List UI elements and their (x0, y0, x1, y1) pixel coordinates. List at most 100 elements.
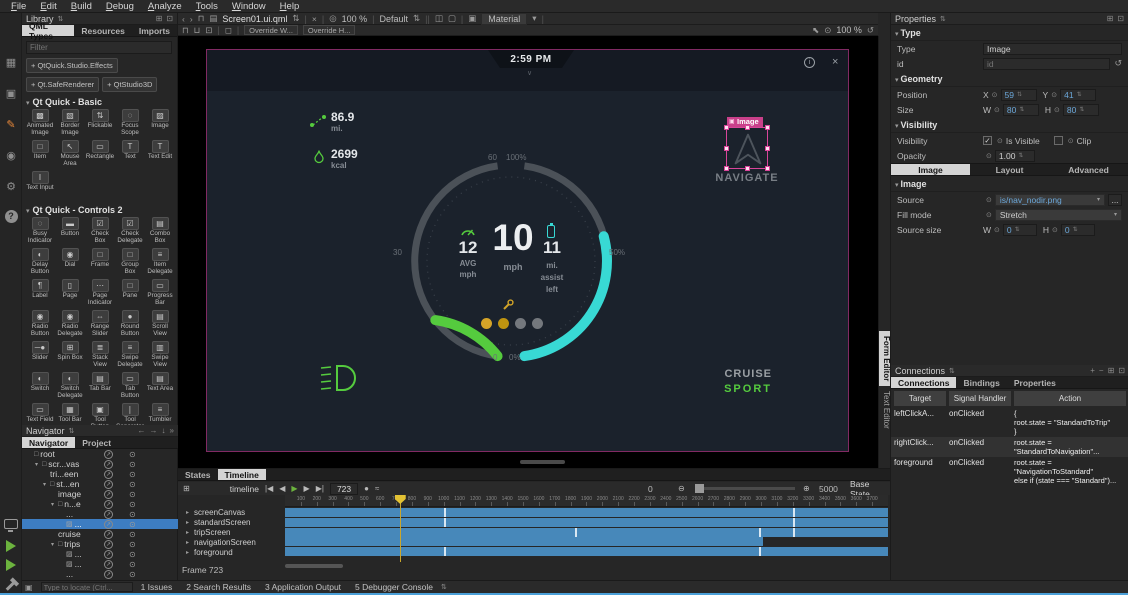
connection-row-foreground[interactable]: foreground onClicked root.state = "Navig… (891, 457, 1128, 486)
anchor-size-icon[interactable]: ⊡ (205, 25, 212, 36)
close-pane-icon[interactable]: ⊡ (1117, 14, 1124, 23)
is-visible-checkbox[interactable]: ✓ (983, 136, 992, 145)
navigator-item-item[interactable]: ... ↗ ⊙ (22, 509, 178, 519)
document-name[interactable]: Screen01.ui.qml (222, 14, 287, 24)
export-icon[interactable]: ↗ (104, 470, 113, 479)
action-indicator-icon[interactable]: ⊙ (994, 226, 1000, 234)
expander-icon[interactable]: ▸ (186, 539, 194, 546)
resize-handle-nw[interactable] (724, 125, 729, 130)
pane-selector-icon[interactable]: ⇅ (69, 427, 75, 435)
record-icon[interactable]: ● (364, 484, 369, 493)
keyframe-mark[interactable] (444, 518, 446, 527)
navigator-item-cruise[interactable]: cruise ↗ ⊙ (22, 529, 178, 539)
section-qtquick-basic[interactable]: ▾Qt Quick - Basic (22, 94, 177, 109)
library-component-tab-bar[interactable]: ▤ Tab Bar (85, 372, 115, 402)
export-icon[interactable]: ↗ (104, 510, 113, 519)
menu-item-file[interactable]: File (4, 1, 33, 12)
resize-handle-e[interactable] (765, 146, 770, 151)
library-component-rectangle[interactable]: ▭ Rectangle (85, 140, 115, 170)
library-component-item-delegate[interactable]: ≡ Item Delegate (145, 248, 175, 278)
library-component-switch-delegate[interactable]: ◐ Switch Delegate (55, 372, 85, 402)
keyframe-mark[interactable] (759, 547, 761, 556)
library-component-label[interactable]: ¶ Label (25, 279, 55, 309)
export-icon[interactable]: ↗ (104, 570, 113, 579)
action-indicator-icon[interactable]: ⊙ (1068, 137, 1074, 145)
move-right-icon[interactable]: → (150, 426, 158, 435)
range-start-value[interactable]: 0 (648, 484, 653, 494)
to-start-icon[interactable]: |◀ (265, 484, 273, 493)
override-height-button[interactable]: Override H... (303, 25, 356, 35)
canvas-hscrollbar[interactable] (520, 460, 565, 464)
navigator-tab-navigator[interactable]: Navigator (22, 437, 75, 448)
import-effects-button[interactable]: + QtQuick.Studio.Effects (26, 58, 118, 73)
document-dropdown-icon[interactable]: ⇅ (292, 13, 299, 24)
properties-tab-image[interactable]: Image (891, 164, 970, 175)
timeline-tab-timeline[interactable]: Timeline (218, 469, 266, 480)
navigator-item-scr-vas[interactable]: ▾□ scr...vas ↗ ⊙ (22, 459, 178, 469)
resize-handle-n[interactable] (745, 125, 750, 130)
library-component-image[interactable]: ▨ Image (145, 109, 175, 139)
source-height-field[interactable]: 0⇅ (1061, 224, 1095, 236)
zoom-level[interactable]: 100 % (342, 14, 368, 24)
library-component-flickable[interactable]: ⇅ Flickable (85, 109, 115, 139)
library-component-text-edit[interactable]: T Text Edit (145, 140, 175, 170)
sidebar-toggle-icon[interactable]: ▣ (25, 583, 33, 592)
play-icon[interactable]: ▶ (291, 484, 297, 493)
selected-image-item[interactable] (726, 127, 768, 169)
timeline-ruler[interactable]: 1002003004005006007008009001000110012001… (285, 495, 888, 507)
expander-icon[interactable]: ▾ (51, 501, 58, 508)
timeline-section-bar[interactable] (285, 518, 888, 527)
library-component-spin-box[interactable]: ⊞ Spin Box (55, 341, 85, 371)
library-component-page-indicator[interactable]: ⋯ Page Indicator (85, 279, 115, 309)
visibility-eye-icon[interactable]: ⊙ (129, 460, 136, 469)
action-indicator-icon[interactable]: ⊙ (986, 196, 992, 204)
library-component-frame[interactable]: □ Frame (85, 248, 115, 278)
prev-frame-icon[interactable]: ◀ (279, 484, 285, 493)
section-visibility[interactable]: ▾ Visibility (891, 117, 1128, 133)
export-icon[interactable]: ↗ (104, 550, 113, 559)
import-saferenderer-button[interactable]: + Qt.SafeRenderer (26, 77, 99, 92)
cursor-icon[interactable]: ⬉ (812, 25, 819, 36)
menu-item-edit[interactable]: Edit (33, 1, 63, 12)
action-indicator-icon[interactable]: ⊙ (992, 91, 998, 99)
library-component-swipe-delegate[interactable]: ≡ Swipe Delegate (115, 341, 145, 371)
section-geometry[interactable]: ▾ Geometry (891, 71, 1128, 87)
debug-mode-icon[interactable]: ◉ (0, 144, 22, 166)
library-component-page[interactable]: ▯ Page (55, 279, 85, 309)
navigator-item-trips[interactable]: ▾□ trips ↗ ⊙ (22, 539, 178, 549)
library-component-focus-scope[interactable]: ◌ Focus Scope (115, 109, 145, 139)
visibility-eye-icon[interactable]: ⊙ (129, 560, 136, 569)
timeline-section-bar[interactable] (285, 528, 888, 537)
library-component-combo-box[interactable]: ▤ Combo Box (145, 217, 175, 247)
current-frame-field[interactable]: 723 (330, 483, 358, 495)
kit-selector-icon[interactable] (0, 513, 22, 535)
visibility-eye-icon[interactable]: ⊙ (129, 500, 136, 509)
state-selector[interactable]: Default (379, 14, 408, 24)
canvas-zoom-level[interactable]: 100 % (836, 25, 862, 35)
library-component-progress-bar[interactable]: ▭ Progress Bar (145, 279, 175, 309)
export-icon[interactable]: ↗ (104, 500, 113, 509)
library-component-radio-delegate[interactable]: ◉ Radio Delegate (55, 310, 85, 340)
export-icon[interactable]: ↗ (104, 530, 113, 539)
library-component-animated-image[interactable]: ▩ Animated Image (25, 109, 55, 139)
library-tab-imports[interactable]: Imports (132, 25, 177, 36)
close-pane-icon[interactable]: ⊡ (166, 14, 173, 23)
export-icon[interactable]: ↗ (104, 520, 113, 529)
timeline-section-bar[interactable] (285, 508, 888, 517)
library-tab-resources[interactable]: Resources (74, 25, 131, 36)
source-combobox[interactable]: is/nav_nodir.png▾ (995, 194, 1105, 206)
add-connection-icon[interactable]: + (1090, 366, 1095, 375)
state-dropdown-icon[interactable]: ⇅ (413, 13, 420, 24)
action-indicator-icon[interactable]: ⊙ (1054, 106, 1060, 114)
library-filter-input[interactable] (26, 41, 172, 54)
connection-row-rightclick[interactable]: rightClick... onClicked root.state = "St… (891, 437, 1128, 457)
welcome-mode-icon[interactable]: ▦ (0, 51, 22, 73)
merge-icon[interactable]: ◻ (225, 25, 232, 36)
build-button[interactable] (0, 574, 22, 595)
clip-checkbox[interactable] (1054, 136, 1063, 145)
visibility-eye-icon[interactable]: ⊙ (129, 550, 136, 559)
timeline-tab-states[interactable]: States (178, 469, 218, 480)
pane-selector-icon[interactable]: ⇅ (949, 367, 955, 375)
timeline-settings-icon[interactable]: ⊞ (183, 484, 190, 493)
form-editor-canvas[interactable]: 2:59 PM ∨ i × 86.9 mi. 2699 kcal (178, 36, 878, 468)
